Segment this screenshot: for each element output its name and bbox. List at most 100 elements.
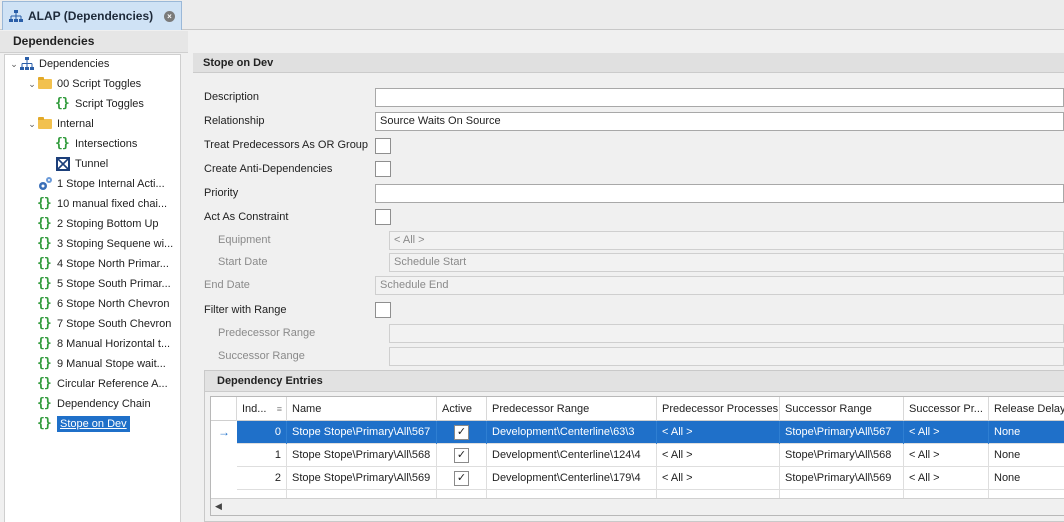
tree-item[interactable]: {} Script Toggles <box>45 94 144 114</box>
pred-range-cell[interactable]: Development\Centerline\63\3 <box>487 421 657 444</box>
scroll-left-icon[interactable]: ◀ <box>215 501 222 512</box>
column-header[interactable]: Predecessor Range <box>487 397 657 421</box>
table-row[interactable]: 2 Stope Stope\Primary\All\569 ✓ Development… <box>211 467 1064 490</box>
column-header[interactable]: Ind... ≡ <box>237 397 287 421</box>
pred-proc-cell[interactable]: < All > <box>657 421 780 444</box>
tree-item[interactable]: {} 10 manual fixed chai... <box>27 194 167 214</box>
anti-dependencies-label: Create Anti-Dependencies <box>204 163 333 175</box>
column-header[interactable]: Successor Range <box>780 397 904 421</box>
index-cell[interactable]: 0 <box>237 421 287 444</box>
dependencies-tree: ⌄ Dependencies ⌄ 00 Script Toggles{} Script … <box>4 54 181 522</box>
tree-item[interactable]: {} 6 Stope North Chevron <box>27 294 170 314</box>
index-cell[interactable]: 1 <box>237 444 287 467</box>
filter-with-range-checkbox[interactable] <box>375 302 391 318</box>
treat-predecessors-label: Treat Predecessors As OR Group <box>204 139 369 151</box>
succ-proc-cell[interactable]: < All > <box>904 467 989 490</box>
name-cell[interactable]: Stope Stope\Primary\All\567 <box>287 421 437 444</box>
braces-icon: {} <box>37 336 52 351</box>
pred-proc-cell[interactable]: < All > <box>657 444 780 467</box>
folder-icon <box>37 116 53 132</box>
successor-range-label: Successor Range <box>218 350 305 362</box>
table-row[interactable]: 1 Stope Stope\Primary\All\568 ✓ Development… <box>211 444 1064 467</box>
description-field[interactable] <box>375 88 1064 107</box>
successor-range-field[interactable] <box>389 347 1064 366</box>
predecessor-range-label: Predecessor Range <box>218 327 316 339</box>
tree-item-label: Stope on Dev <box>57 416 130 432</box>
succ-proc-cell[interactable]: < All > <box>904 444 989 467</box>
table-row[interactable]: → 0 Stope Stope\Primary\All\567 ✓ Developmen… <box>211 421 1064 444</box>
column-header[interactable]: Predecessor Processes <box>657 397 780 421</box>
column-header[interactable]: Successor Pr... <box>904 397 989 421</box>
priority-label: Priority <box>204 187 239 199</box>
name-cell[interactable]: Stope Stope\Primary\All\569 <box>287 467 437 490</box>
equipment-label: Equipment <box>218 234 271 246</box>
name-cell[interactable]: Stope Stope\Primary\All\568 <box>287 444 437 467</box>
braces-icon: {} <box>37 396 52 411</box>
tree-item[interactable]: {} 3 Stoping Sequene wi... <box>27 234 173 254</box>
active-checkbox[interactable]: ✓ <box>454 448 469 463</box>
expand-chevron-icon[interactable]: ⌄ <box>9 59 19 70</box>
active-cell[interactable]: ✓ <box>437 444 487 467</box>
anti-dependencies-checkbox[interactable] <box>375 161 391 177</box>
tree-item[interactable]: {} Stope on Dev <box>27 414 130 434</box>
tree-item[interactable]: {} Circular Reference A... <box>27 374 168 394</box>
close-icon[interactable]: × <box>164 10 175 22</box>
succ-range-cell[interactable]: Stope\Primary\All\567 <box>780 421 904 444</box>
index-cell[interactable]: 2 <box>237 467 287 490</box>
equipment-select[interactable]: < All > <box>389 231 1064 250</box>
pred-proc-cell[interactable]: < All > <box>657 467 780 490</box>
active-checkbox[interactable]: ✓ <box>454 425 469 440</box>
braces-icon: {} <box>37 376 52 391</box>
tree-item[interactable]: {} Intersections <box>45 134 137 154</box>
succ-range-cell[interactable]: Stope\Primary\All\568 <box>780 444 904 467</box>
column-header-label: Release Delay <box>994 403 1064 415</box>
tree-item-label: Script Toggles <box>75 98 144 110</box>
treat-predecessors-checkbox[interactable] <box>375 138 391 154</box>
expand-chevron-icon[interactable]: ⌄ <box>27 119 37 130</box>
tree-item[interactable]: ⌄ Dependencies <box>9 55 109 74</box>
active-cell[interactable]: ✓ <box>437 421 487 444</box>
tree-item[interactable]: {} 5 Stope South Primar... <box>27 274 171 294</box>
braces-icon: {} <box>37 296 52 311</box>
horizontal-scrollbar[interactable]: ◀ <box>211 498 1064 515</box>
priority-field[interactable] <box>375 184 1064 203</box>
pred-range-cell[interactable]: Development\Centerline\179\4 <box>487 467 657 490</box>
column-header[interactable]: Release Delay <box>989 397 1064 421</box>
delay-cell[interactable]: None <box>989 467 1064 490</box>
document-tab-strip: ALAP (Dependencies) × <box>0 0 1064 30</box>
succ-proc-cell[interactable]: < All > <box>904 421 989 444</box>
active-checkbox[interactable]: ✓ <box>454 471 469 486</box>
active-cell[interactable]: ✓ <box>437 467 487 490</box>
description-label: Description <box>204 91 260 103</box>
grid-header: Ind... ≡ Name Active Predecessor Range Predec… <box>211 397 1064 421</box>
tree-item-label: 1 Stope Internal Acti... <box>57 178 165 190</box>
tree-item[interactable]: ⌄ Internal <box>27 114 94 134</box>
delay-cell[interactable]: None <box>989 421 1064 444</box>
column-header[interactable]: Name <box>287 397 437 421</box>
tree-item[interactable]: {} 7 Stope South Chevron <box>27 314 171 334</box>
tree-item[interactable]: {} 9 Manual Stope wait... <box>27 354 166 374</box>
column-header-label: Active <box>442 403 472 415</box>
hierarchy-icon <box>19 56 35 72</box>
dependency-entries-grid: Ind... ≡ Name Active Predecessor Range Predec… <box>210 396 1064 516</box>
tree-item[interactable]: {} 8 Manual Horizontal t... <box>27 334 170 354</box>
tree-item[interactable]: Tunnel <box>45 154 108 174</box>
succ-range-cell[interactable]: Stope\Primary\All\569 <box>780 467 904 490</box>
tree-item[interactable]: ⌄ 00 Script Toggles <box>27 74 141 94</box>
predecessor-range-field[interactable] <box>389 324 1064 343</box>
tree-item[interactable]: {} 2 Stoping Bottom Up <box>27 214 159 234</box>
end-date-select[interactable]: Schedule End <box>375 276 1064 295</box>
pred-range-cell[interactable]: Development\Centerline\124\4 <box>487 444 657 467</box>
column-header[interactable]: Active <box>437 397 487 421</box>
tree-item-label: Circular Reference A... <box>57 378 168 390</box>
tree-item[interactable]: 1 Stope Internal Acti... <box>27 174 165 194</box>
tree-item[interactable]: {} Dependency Chain <box>27 394 151 414</box>
expand-chevron-icon[interactable]: ⌄ <box>27 79 37 90</box>
tab-alap-dependencies[interactable]: ALAP (Dependencies) × <box>2 1 182 30</box>
delay-cell[interactable]: None <box>989 444 1064 467</box>
start-date-select[interactable]: Schedule Start <box>389 253 1064 272</box>
act-as-constraint-checkbox[interactable] <box>375 209 391 225</box>
relationship-select[interactable]: Source Waits On Source <box>375 112 1064 131</box>
relationship-label: Relationship <box>204 115 265 127</box>
tree-item[interactable]: {} 4 Stope North Primar... <box>27 254 169 274</box>
